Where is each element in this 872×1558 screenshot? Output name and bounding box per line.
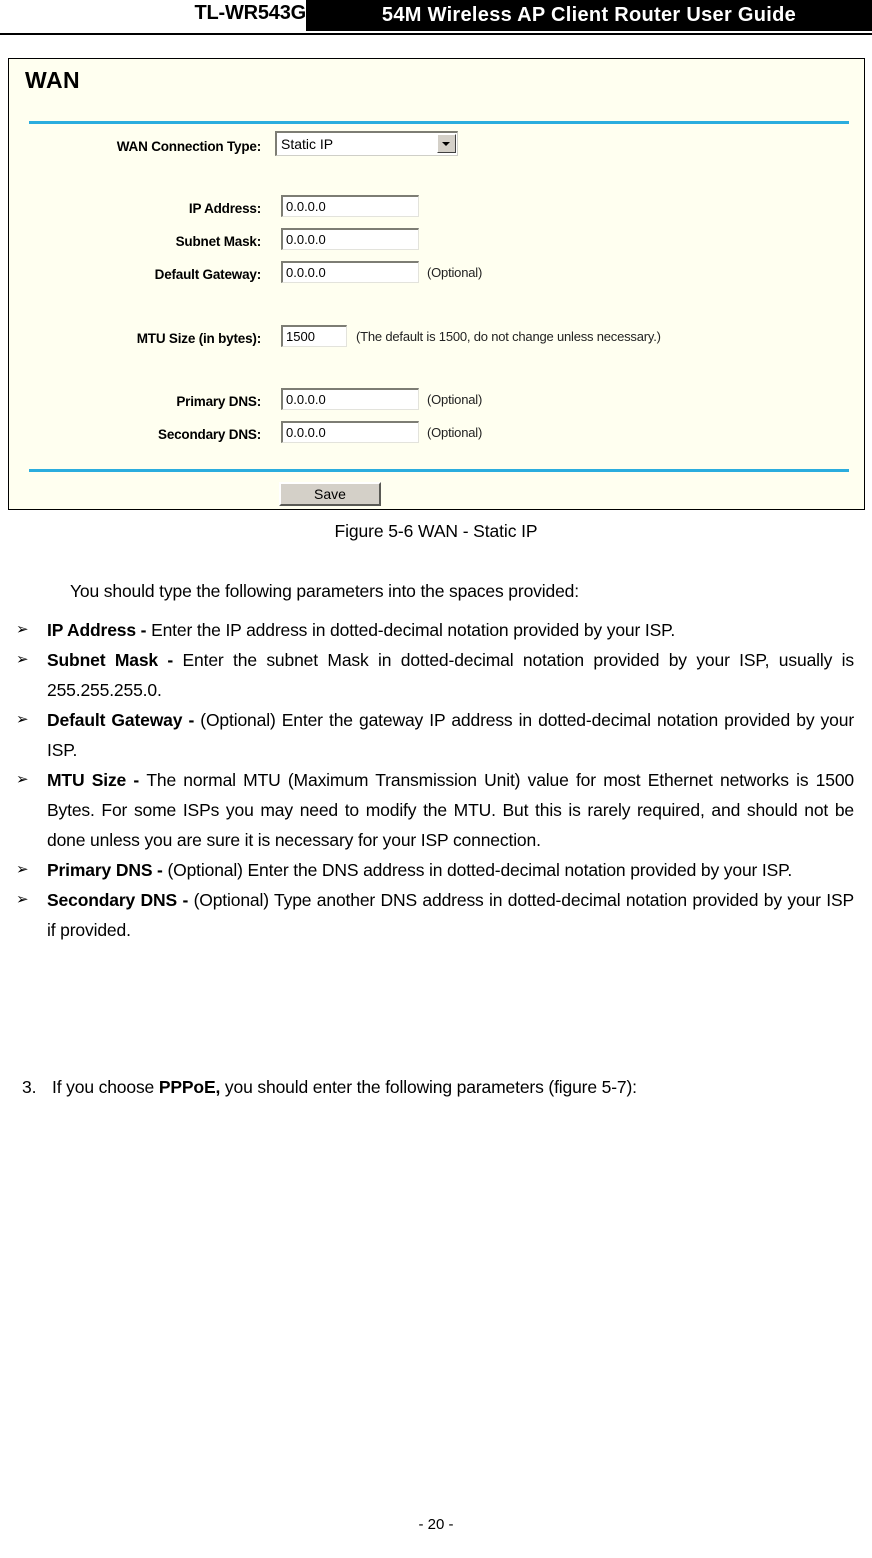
header-divider-rule — [0, 33, 872, 35]
list-item: ➢ Secondary DNS - (Optional) Type anothe… — [0, 885, 872, 945]
secondary-dns-hint: (Optional) — [427, 425, 483, 440]
list-item-term: Default Gateway - — [47, 710, 201, 730]
default-gateway-hint: (Optional) — [427, 265, 483, 280]
field-row-primary-dns: Primary DNS: 0.0.0.0 (Optional) — [9, 388, 864, 414]
step-number: 3. — [22, 1077, 37, 1097]
header-title-banner: 54M Wireless AP Client Router User Guide — [306, 0, 872, 31]
subnet-mask-label: Subnet Mask: — [175, 234, 262, 249]
field-row-secondary-dns: Secondary DNS: 0.0.0.0 (Optional) — [9, 421, 864, 447]
list-item-term: Secondary DNS - — [47, 890, 194, 910]
field-row-ip-address: IP Address: 0.0.0.0 — [9, 195, 864, 221]
step-text-prefix: If you choose — [52, 1077, 159, 1097]
ip-address-input[interactable]: 0.0.0.0 — [281, 195, 419, 217]
chevron-down-icon[interactable] — [437, 134, 456, 153]
default-gateway-label: Default Gateway: — [154, 267, 262, 282]
secondary-dns-label: Secondary DNS: — [158, 427, 261, 442]
list-item-text: The normal MTU (Maximum Transmission Uni… — [47, 770, 855, 850]
wan-connection-type-label: WAN Connection Type: — [116, 139, 261, 154]
numbered-step-3: 3. If you choose PPPoE, you should enter … — [22, 1072, 852, 1102]
bullet-arrow-icon: ➢ — [16, 891, 29, 908]
list-item-term: MTU Size - — [47, 770, 147, 790]
save-button[interactable]: Save — [279, 482, 381, 506]
list-item: ➢ Default Gateway - (Optional) Enter the… — [0, 705, 872, 765]
intro-paragraph: You should type the following parameters… — [70, 581, 579, 601]
wan-connection-type-select[interactable]: Static IP — [275, 131, 458, 156]
list-item-text: (Optional) Enter the DNS address in dott… — [167, 860, 793, 880]
panel-bottom-divider — [29, 469, 849, 472]
step-text-suffix: you should enter the following parameter… — [220, 1077, 637, 1097]
primary-dns-input[interactable]: 0.0.0.0 — [281, 388, 419, 410]
default-gateway-input[interactable]: 0.0.0.0 — [281, 261, 419, 283]
secondary-dns-input[interactable]: 0.0.0.0 — [281, 421, 419, 443]
parameter-bullet-list: ➢ IP Address - Enter the IP address in d… — [0, 615, 872, 945]
page-footer: - 20 - — [418, 1516, 454, 1533]
wan-panel-title: WAN — [25, 67, 81, 93]
list-item-term: Subnet Mask - — [47, 650, 183, 670]
list-item: ➢ IP Address - Enter the IP address in d… — [0, 615, 872, 645]
primary-dns-hint: (Optional) — [427, 392, 483, 407]
list-item: ➢ MTU Size - The normal MTU (Maximum Tra… — [0, 765, 872, 855]
header-model-name: TL-WR543G — [194, 2, 306, 24]
step-text-bold: PPPoE, — [158, 1077, 221, 1097]
ip-address-label: IP Address: — [188, 201, 261, 216]
wan-connection-type-value: Static IP — [281, 136, 334, 152]
bullet-arrow-icon: ➢ — [16, 861, 29, 878]
figure-wan-static-ip: WAN WAN Connection Type: Static IP IP Ad… — [8, 58, 865, 510]
bullet-arrow-icon: ➢ — [16, 621, 29, 638]
primary-dns-label: Primary DNS: — [176, 394, 261, 409]
list-item-text: Enter the IP address in dotted-decimal n… — [151, 620, 676, 640]
list-item: ➢ Subnet Mask - Enter the subnet Mask in… — [0, 645, 872, 705]
mtu-size-label: MTU Size (in bytes): — [136, 331, 261, 346]
subnet-mask-input[interactable]: 0.0.0.0 — [281, 228, 419, 250]
mtu-size-hint: (The default is 1500, do not change unle… — [356, 329, 661, 344]
field-row-mtu-size: MTU Size (in bytes): 1500 (The default i… — [9, 325, 864, 351]
field-row-wan-connection-type: WAN Connection Type: Static IP — [9, 131, 864, 159]
list-item-term: Primary DNS - — [47, 860, 168, 880]
running-header: TL-WR543G 54M Wireless AP Client Router … — [0, 0, 872, 32]
figure-caption: Figure 5-6 WAN - Static IP — [334, 521, 538, 541]
bullet-arrow-icon: ➢ — [16, 711, 29, 728]
list-item: ➢ Primary DNS - (Optional) Enter the DNS… — [0, 855, 872, 885]
field-row-subnet-mask: Subnet Mask: 0.0.0.0 — [9, 228, 864, 254]
bullet-arrow-icon: ➢ — [16, 771, 29, 788]
mtu-size-input[interactable]: 1500 — [281, 325, 347, 347]
panel-top-divider — [29, 121, 849, 124]
bullet-arrow-icon: ➢ — [16, 651, 29, 668]
list-item-term: IP Address - — [47, 620, 152, 640]
field-row-default-gateway: Default Gateway: 0.0.0.0 (Optional) — [9, 261, 864, 287]
